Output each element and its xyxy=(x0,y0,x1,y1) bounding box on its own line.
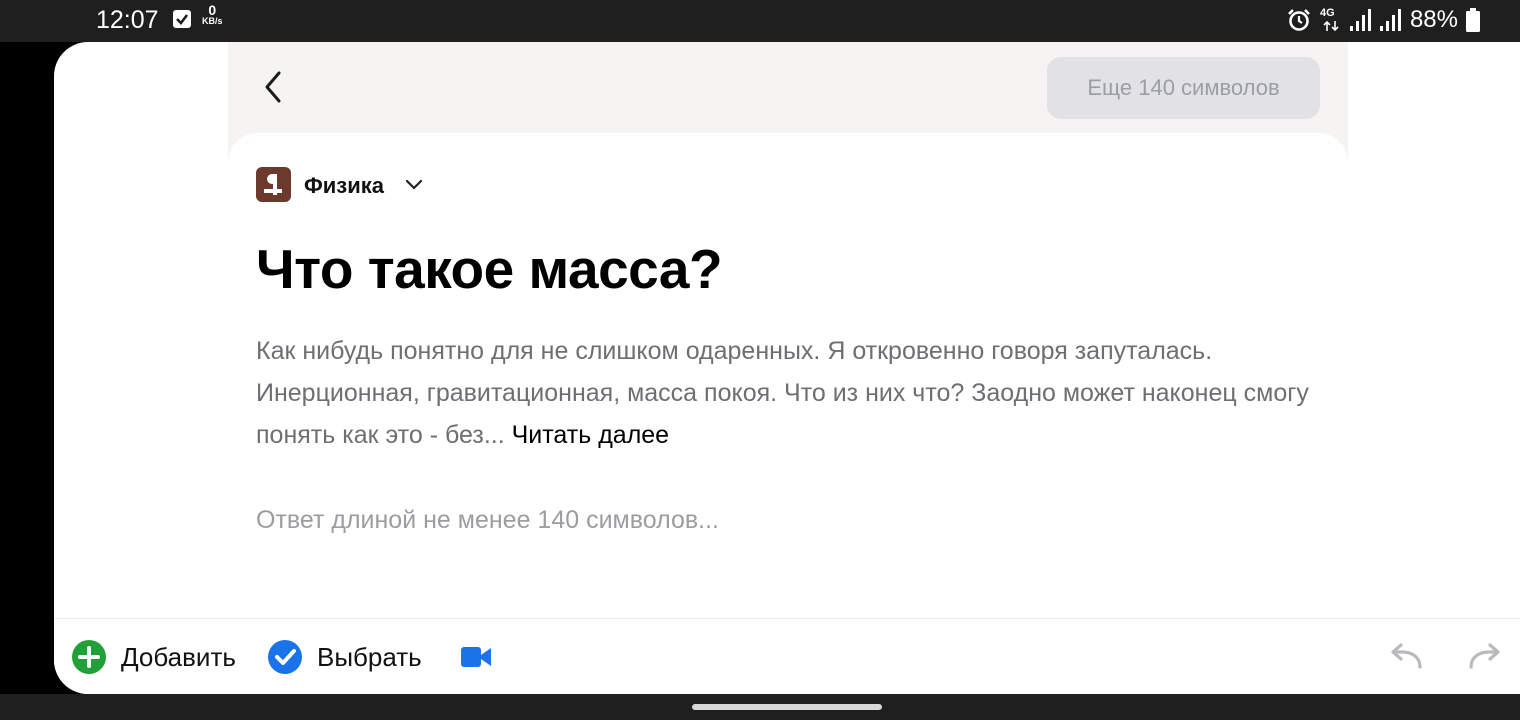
select-button-label: Выбрать xyxy=(317,641,422,672)
net-speed: 0 KB/s xyxy=(202,2,223,27)
net-speed-unit: KB/s xyxy=(202,16,223,26)
select-button[interactable]: Выбрать xyxy=(267,639,422,675)
video-button[interactable] xyxy=(460,645,492,669)
answer-input[interactable]: Ответ длиной не менее 140 символов... xyxy=(256,506,719,535)
battery-icon xyxy=(1466,8,1480,32)
add-button[interactable]: Добавить xyxy=(71,639,236,675)
network-type-indicator: 4G xyxy=(1320,7,1342,33)
signal-icon xyxy=(1349,9,1371,31)
redo-icon[interactable] xyxy=(1467,643,1501,671)
question-title: Что такое масса? xyxy=(256,238,723,300)
home-gesture-handle[interactable] xyxy=(692,704,882,710)
topic-label[interactable]: Физика xyxy=(304,173,384,199)
topic-avatar[interactable] xyxy=(256,167,291,202)
checkbox-notification-icon xyxy=(173,10,191,28)
editor-toolbar: Добавить Выбрать xyxy=(54,618,1520,694)
network-type-label: 4G xyxy=(1319,7,1335,19)
remaining-chars-button[interactable]: Еще 140 символов xyxy=(1047,57,1320,119)
data-arrows-icon xyxy=(1323,20,1339,32)
question-body-text: Как нибудь понятно для не слишком одарен… xyxy=(256,337,1309,449)
video-camera-icon xyxy=(461,647,491,667)
chevron-down-icon[interactable] xyxy=(404,178,424,192)
question-card: Физика Что такое масса? Как нибудь понят… xyxy=(228,133,1348,623)
status-bar: 12:07 0 KB/s 4G 88% xyxy=(0,0,1520,42)
system-nav-bar xyxy=(0,694,1520,720)
back-button[interactable] xyxy=(258,69,288,105)
question-body: Как нибудь понятно для не слишком одарен… xyxy=(256,330,1336,456)
status-time: 12:07 xyxy=(96,6,159,34)
check-circle-icon xyxy=(268,640,302,674)
battery-percent: 88% xyxy=(1409,6,1458,33)
signal-icon-2 xyxy=(1379,9,1401,31)
net-speed-value: 0 xyxy=(208,2,217,18)
status-right: 4G 88% xyxy=(1286,6,1480,34)
chevron-left-icon xyxy=(265,71,281,103)
app-screen: Еще 140 символов Физика Что такое масса?… xyxy=(54,42,1520,694)
add-button-label: Добавить xyxy=(121,641,236,672)
plus-circle-icon xyxy=(72,640,106,674)
alarm-icon xyxy=(1288,9,1310,31)
undo-icon[interactable] xyxy=(1390,643,1424,671)
read-more-link[interactable]: Читать далее xyxy=(512,421,669,449)
